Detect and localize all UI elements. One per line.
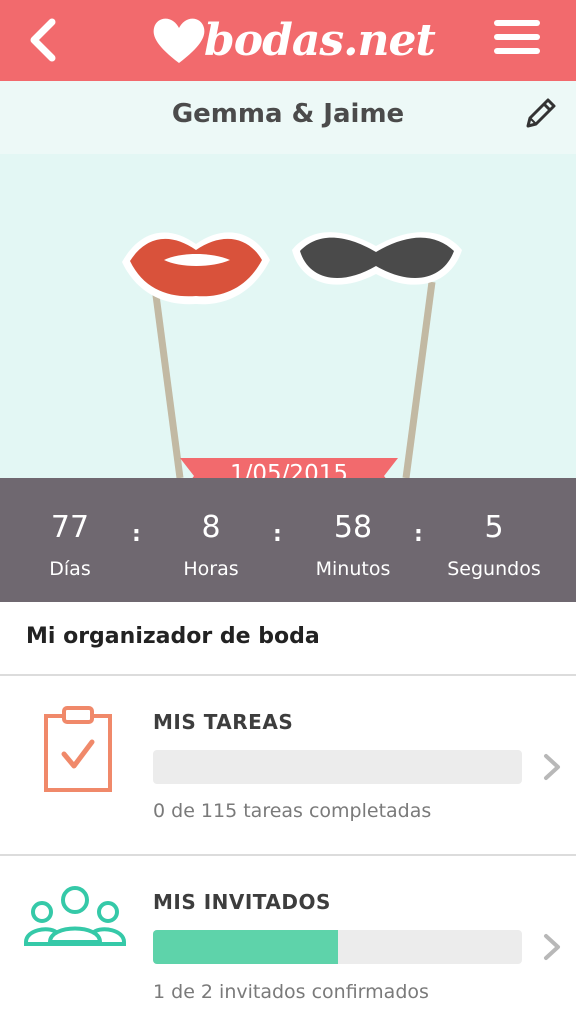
organizer-title: Mi organizador de boda bbox=[26, 624, 320, 649]
countdown-hours-label: Horas bbox=[183, 558, 239, 580]
countdown-days-label: Días bbox=[49, 558, 91, 580]
logo-text: bodas.net bbox=[204, 14, 436, 66]
countdown-panel: 77 Días : 8 Horas : 58 Minutos : 5 Segun… bbox=[0, 478, 576, 602]
tasks-progress-bar bbox=[153, 750, 522, 784]
guests-icon bbox=[24, 886, 126, 946]
guests-progress-fill bbox=[153, 930, 338, 964]
back-chevron-icon[interactable] bbox=[22, 14, 70, 66]
couple-names: Gemma & Jaime bbox=[171, 99, 405, 129]
mustache-stick bbox=[402, 281, 436, 478]
countdown-seconds: 5 Segundos bbox=[424, 508, 564, 582]
hamburger-icon[interactable] bbox=[494, 20, 540, 60]
guests-status: 1 de 2 invitados confirmados bbox=[153, 981, 429, 1003]
guests-title: MIS INVITADOS bbox=[153, 890, 331, 914]
tasks-title: MIS TAREAS bbox=[153, 710, 294, 734]
app-logo: bodas.net bbox=[150, 8, 440, 72]
lips-stick bbox=[150, 279, 184, 478]
countdown-hours-value: 8 bbox=[201, 510, 221, 545]
clipboard-check-icon bbox=[44, 706, 112, 792]
countdown-seconds-value: 5 bbox=[484, 510, 504, 545]
chevron-right-icon[interactable] bbox=[540, 752, 564, 782]
countdown-separator: : bbox=[132, 522, 141, 547]
hero-illustration bbox=[0, 154, 576, 478]
countdown-days: 77 Días bbox=[0, 508, 140, 582]
divider bbox=[0, 854, 576, 856]
chevron-right-icon[interactable] bbox=[540, 932, 564, 962]
photo-props-illustration bbox=[122, 232, 462, 478]
app-header: bodas.net bbox=[0, 0, 576, 81]
mustache-icon bbox=[292, 232, 462, 285]
guests-progress-bar bbox=[153, 930, 522, 964]
pencil-icon[interactable] bbox=[520, 94, 560, 134]
heart-icon bbox=[153, 18, 205, 63]
countdown-minutes: 58 Minutos bbox=[283, 508, 423, 582]
divider bbox=[0, 674, 576, 676]
couple-bar: Gemma & Jaime bbox=[0, 81, 576, 154]
countdown-separator: : bbox=[414, 522, 423, 547]
countdown-minutes-label: Minutos bbox=[315, 558, 391, 580]
lips-icon bbox=[122, 232, 270, 305]
countdown-minutes-value: 58 bbox=[333, 510, 373, 545]
tasks-status: 0 de 115 tareas completadas bbox=[153, 800, 432, 822]
countdown-seconds-label: Segundos bbox=[447, 558, 541, 580]
countdown-days-value: 77 bbox=[50, 510, 90, 545]
countdown-separator: : bbox=[273, 522, 282, 547]
countdown-hours: 8 Horas bbox=[141, 508, 281, 582]
